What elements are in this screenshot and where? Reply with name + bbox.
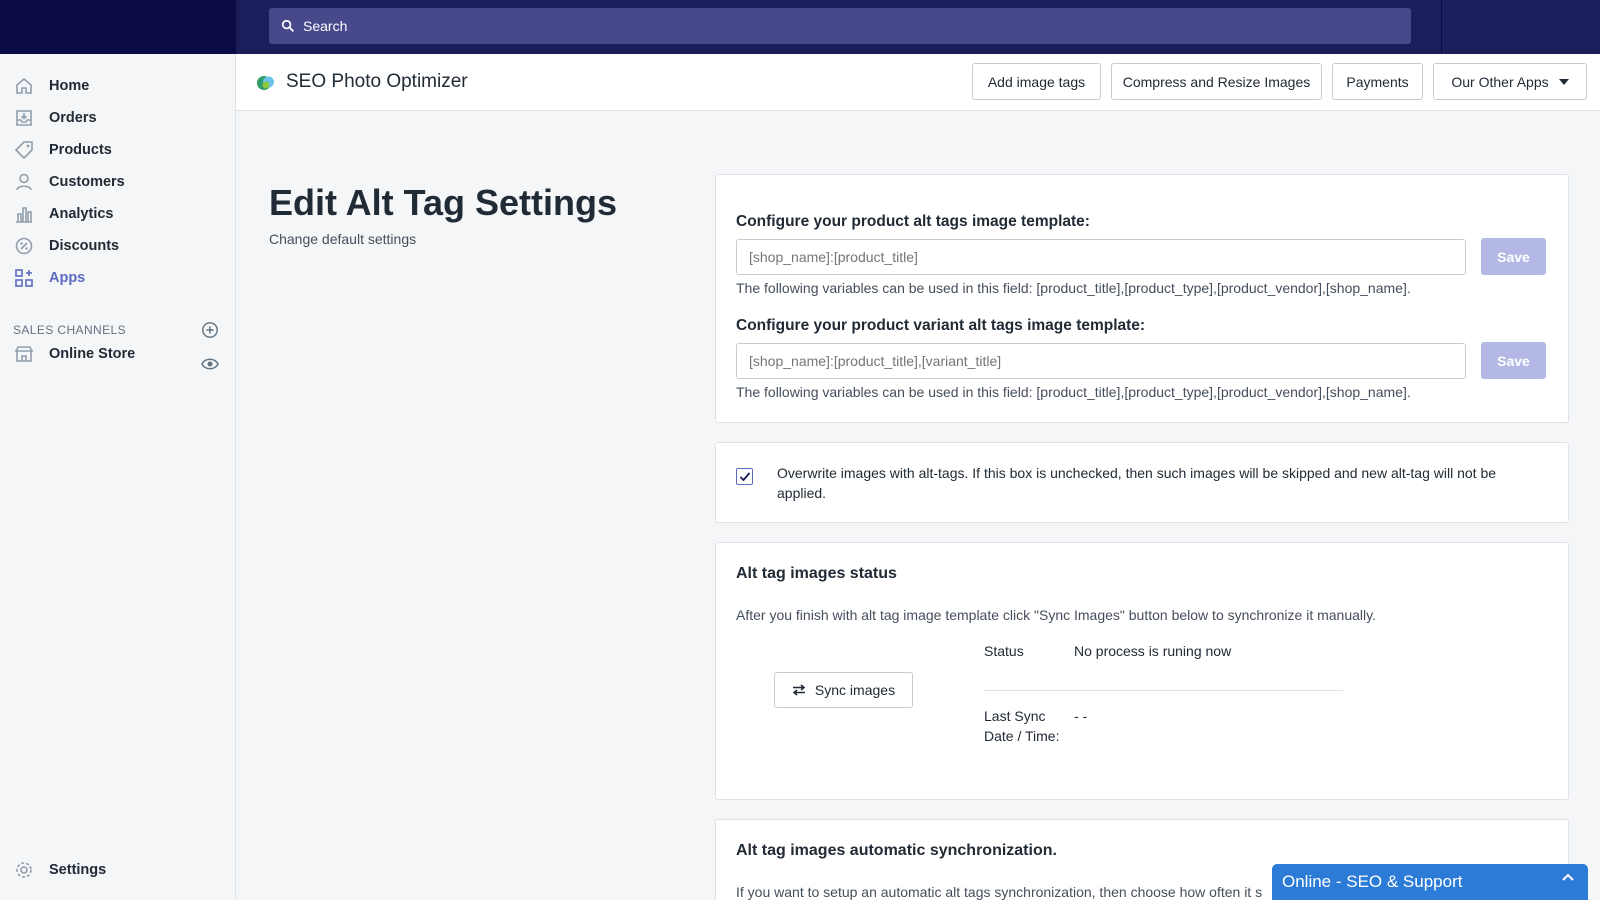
- other-apps-label: Our Other Apps: [1451, 73, 1549, 90]
- page-title: Edit Alt Tag Settings: [269, 182, 617, 223]
- auto-sync-title: Alt tag images automatic synchronization…: [736, 842, 1057, 859]
- last-sync-label: Last Sync Date / Time:: [984, 708, 1060, 744]
- sidebar-item-customers[interactable]: Customers: [0, 166, 236, 198]
- sidebar-item-products[interactable]: Products: [0, 134, 236, 166]
- overwrite-card: Overwrite images with alt-tags. If this …: [715, 442, 1569, 523]
- orders-icon: [13, 107, 35, 129]
- other-apps-dropdown[interactable]: Our Other Apps: [1433, 63, 1587, 100]
- sidebar-item-label: Products: [49, 142, 112, 158]
- product-template-label: Configure your product alt tags image te…: [736, 213, 1090, 230]
- variant-template-help: The following variables can be used in t…: [736, 384, 1411, 400]
- apps-icon: [13, 267, 35, 289]
- status-label: Status: [984, 643, 1024, 659]
- payments-button[interactable]: Payments: [1332, 63, 1423, 100]
- sidebar-item-label: Online Store: [49, 346, 136, 362]
- status-card-description: After you finish with alt tag image temp…: [736, 607, 1376, 623]
- sidebar-item-label: Home: [49, 78, 90, 94]
- status-value: No process is runing now: [1074, 643, 1232, 659]
- save-variant-template-button[interactable]: Save: [1481, 342, 1546, 379]
- top-bar: Search: [0, 0, 1600, 54]
- save-product-template-button[interactable]: Save: [1481, 238, 1546, 275]
- sidebar: Home Orders Products Customers Analytics…: [0, 54, 236, 900]
- sidebar-item-analytics[interactable]: Analytics: [0, 198, 236, 230]
- sidebar-item-label: Discounts: [49, 238, 120, 254]
- overwrite-checkbox[interactable]: [736, 468, 753, 485]
- last-sync-value: - -: [1074, 708, 1088, 724]
- sync-arrows-icon: [792, 684, 806, 696]
- add-image-tags-button[interactable]: Add image tags: [972, 63, 1101, 100]
- discount-icon: [13, 235, 35, 257]
- app-logo-icon: [256, 73, 276, 98]
- sync-images-button[interactable]: Sync images: [774, 672, 913, 708]
- sidebar-item-label: Customers: [49, 174, 125, 190]
- sidebar-item-label: Apps: [49, 270, 86, 286]
- eye-icon[interactable]: [201, 355, 219, 378]
- product-template-input[interactable]: [736, 239, 1466, 275]
- search-bar[interactable]: Search: [269, 8, 1411, 44]
- sync-images-label: Sync images: [814, 682, 896, 698]
- tag-icon: [13, 139, 35, 161]
- compress-resize-button[interactable]: Compress and Resize Images: [1111, 63, 1322, 100]
- sidebar-item-label: Orders: [49, 110, 97, 126]
- page-subtitle: Change default settings: [269, 231, 417, 247]
- templates-card: Configure your product alt tags image te…: [715, 174, 1569, 423]
- bar-chart-icon: [13, 203, 35, 225]
- status-card: Alt tag images status After you finish w…: [715, 542, 1569, 800]
- person-icon: [13, 171, 35, 193]
- divider: [1441, 0, 1442, 54]
- sidebar-item-apps[interactable]: Apps: [0, 262, 236, 294]
- home-icon: [13, 75, 35, 97]
- product-template-help: The following variables can be used in t…: [736, 280, 1411, 296]
- sidebar-item-home[interactable]: Home: [0, 70, 236, 102]
- store-icon: [13, 343, 35, 365]
- overwrite-text: Overwrite images with alt-tags. If this …: [777, 465, 1497, 501]
- search-placeholder: Search: [303, 18, 348, 34]
- chat-label: Online - SEO & Support: [1282, 872, 1463, 891]
- sidebar-item-settings[interactable]: Settings: [0, 854, 236, 886]
- sidebar-item-discounts[interactable]: Discounts: [0, 230, 236, 262]
- status-card-title: Alt tag images status: [736, 565, 897, 582]
- divider: [984, 690, 1343, 691]
- variant-template-label: Configure your product variant alt tags …: [736, 317, 1146, 334]
- sidebar-item-orders[interactable]: Orders: [0, 102, 236, 134]
- sidebar-item-label: Settings: [49, 862, 107, 878]
- app-bar: SEO Photo Optimizer Add image tags Compr…: [236, 54, 1600, 111]
- checkmark-icon: [739, 471, 750, 481]
- variant-template-input[interactable]: [736, 343, 1466, 379]
- support-chat-widget[interactable]: Online - SEO & Support: [1272, 864, 1588, 900]
- gear-icon: [13, 859, 35, 881]
- brand-area: [0, 0, 236, 54]
- search-icon: [281, 19, 294, 32]
- caret-down-icon: [1558, 78, 1569, 85]
- chevron-up-icon: [1562, 873, 1574, 881]
- auto-sync-description: If you want to setup an automatic alt ta…: [736, 884, 1263, 900]
- app-title: SEO Photo Optimizer: [286, 71, 468, 92]
- sales-channels-label: SALES CHANNELS: [13, 323, 126, 337]
- sidebar-item-label: Analytics: [49, 206, 114, 222]
